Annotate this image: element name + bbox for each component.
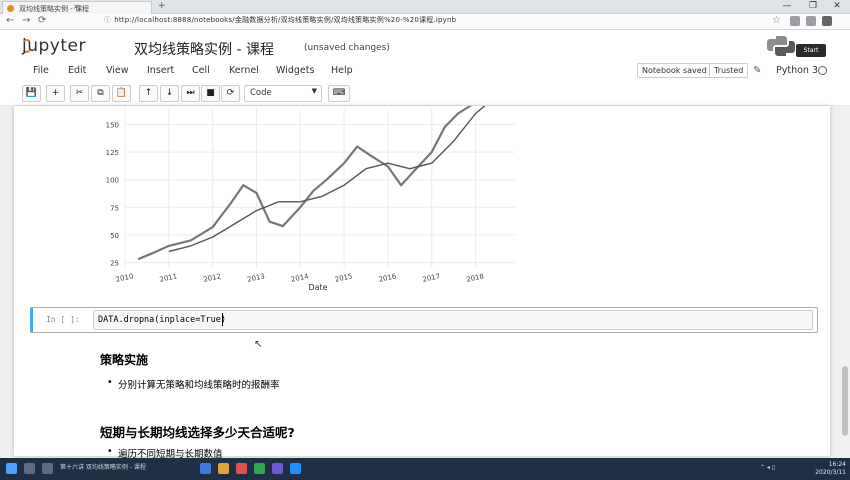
keyboard-icon[interactable]: ⌨ xyxy=(328,85,350,102)
notebook-header xyxy=(0,30,850,60)
search-icon[interactable] xyxy=(24,463,35,474)
cell-type-value: Code xyxy=(250,88,272,98)
chevron-down-icon: ▼ xyxy=(311,87,317,95)
new-tab-button[interactable]: + xyxy=(158,1,166,11)
app-icon[interactable] xyxy=(254,463,265,474)
tray-icons[interactable]: ⌃ ◂ ▯ xyxy=(760,464,775,471)
text-cursor xyxy=(222,313,223,326)
edge-icon[interactable] xyxy=(200,463,211,474)
menu-edit[interactable]: Edit xyxy=(68,65,86,76)
run-icon[interactable]: ⏭ xyxy=(181,85,200,102)
mouse-pointer-icon: ↖ xyxy=(254,339,263,350)
start-button[interactable]: Start xyxy=(796,44,826,57)
clock-date: 2020/3/11 xyxy=(815,469,846,476)
app-icon[interactable] xyxy=(290,463,301,474)
pencil-icon[interactable]: ✎ xyxy=(753,65,761,76)
x-tick-label: 2010 xyxy=(115,272,134,284)
back-icon[interactable]: ← xyxy=(6,15,14,26)
python-logo-icon xyxy=(767,36,795,56)
info-icon: ⓘ xyxy=(104,16,112,24)
jupyter-logo-text[interactable]: jupyter xyxy=(22,36,86,56)
y-tick-label: 25 xyxy=(110,259,119,267)
insert-cell-icon[interactable]: + xyxy=(46,85,65,102)
profile-icon[interactable] xyxy=(806,16,816,26)
minimize-button[interactable]: — xyxy=(774,0,800,14)
x-tick-label: 2011 xyxy=(159,272,178,284)
forward-icon[interactable]: → xyxy=(22,15,30,26)
cell-prompt: In [ ]: xyxy=(46,315,80,324)
notebook-title[interactable]: 双均线策略实例 - 课程 xyxy=(134,39,274,59)
markdown-heading-strategy: 策略实施 xyxy=(100,353,149,367)
windows-start-icon[interactable] xyxy=(6,463,17,474)
close-tab-icon[interactable]: × xyxy=(73,2,80,11)
y-tick-label: 125 xyxy=(106,149,119,157)
folder-icon[interactable] xyxy=(218,463,229,474)
close-window-button[interactable]: ✕ xyxy=(824,0,850,14)
browser-tab[interactable]: 双均线策略实例 - 课程 × xyxy=(2,1,152,14)
browser-tab-bar: 双均线策略实例 - 课程 × + — ❐ ✕ xyxy=(0,0,850,14)
menu-widgets[interactable]: Widgets xyxy=(276,65,314,76)
x-tick-labels: 2010 2011 2012 2013 2014 2015 2016 2017 2018 xyxy=(115,272,485,284)
x-tick-label: 2013 xyxy=(246,272,265,284)
y-tick-label: 75 xyxy=(110,204,119,212)
save-status: (unsaved changes) xyxy=(304,43,390,53)
menu-insert[interactable]: Insert xyxy=(147,65,174,76)
x-tick-label: 2014 xyxy=(290,272,310,284)
move-down-icon[interactable]: ↓ xyxy=(160,85,179,102)
code-text[interactable]: DATA.dropna(inplace=True) xyxy=(98,315,226,325)
cut-icon[interactable]: ✂ xyxy=(70,85,89,102)
url-text: http://localhost:8888/notebooks/金融数据分析/双… xyxy=(114,16,457,24)
paste-icon[interactable]: 📋 xyxy=(112,85,131,102)
menu-kernel[interactable]: Kernel xyxy=(229,65,259,76)
y-tick-labels: 25 50 75 100 125 150 xyxy=(106,122,119,268)
bookmark-star-icon[interactable]: ☆ xyxy=(772,15,781,26)
reload-icon[interactable]: ⟳ xyxy=(38,15,46,26)
chart-grid xyxy=(124,108,515,268)
move-up-icon[interactable]: ↑ xyxy=(139,85,158,102)
price-chart: 25 50 75 100 125 150 2010 2011 2012 2013 2014 2015… xyxy=(106,106,515,292)
task-view-icon[interactable] xyxy=(42,463,53,474)
maximize-button[interactable]: ❐ xyxy=(800,0,826,14)
chrome-icon[interactable] xyxy=(236,463,247,474)
markdown-heading-question: 短期与长期均线选择多少天合适呢? xyxy=(100,425,295,440)
jupyter-favicon-icon xyxy=(7,5,14,12)
y-tick-label: 50 xyxy=(110,232,119,240)
markdown-bullet: 分别计算无策略和均线策略时的报酬率 xyxy=(107,377,280,391)
scrollbar[interactable] xyxy=(840,106,850,456)
chart-series xyxy=(137,106,486,261)
y-tick-label: 100 xyxy=(106,177,119,185)
x-axis-label: Date xyxy=(308,283,327,292)
restart-icon[interactable]: ⟳ xyxy=(221,85,240,102)
clock-time: 16:24 xyxy=(828,461,846,468)
taskbar-clock[interactable]: 16:24 2020/3/11 xyxy=(800,461,846,477)
app-icon[interactable] xyxy=(272,463,283,474)
browser-menu-icon[interactable] xyxy=(822,16,832,26)
extension-icon[interactable] xyxy=(790,16,800,26)
menu-file[interactable]: File xyxy=(33,65,49,76)
menu-cell[interactable]: Cell xyxy=(192,65,210,76)
interrupt-icon[interactable]: ■ xyxy=(201,85,220,102)
bullet-text: 分别计算无策略和均线策略时的报酬率 xyxy=(118,380,280,391)
x-tick-label: 2015 xyxy=(334,272,353,284)
taskbar-window-title[interactable]: 第十六讲 双均线策略实例 - 课程 xyxy=(60,462,146,471)
trusted-badge[interactable]: Trusted xyxy=(709,63,749,78)
scrollbar-thumb[interactable] xyxy=(842,366,848,436)
x-tick-label: 2017 xyxy=(422,272,441,284)
y-tick-label: 150 xyxy=(106,122,119,130)
address-bar: ← → ⟳ ⓘ http://localhost:8888/notebooks/金… xyxy=(0,14,850,30)
cell-type-select[interactable]: Code ▼ xyxy=(244,85,322,102)
notebook-saved-badge: Notebook saved xyxy=(637,63,712,78)
kernel-status-icon xyxy=(818,66,827,75)
x-tick-label: 2016 xyxy=(378,272,398,284)
series-line-1 xyxy=(137,106,473,261)
menu-view[interactable]: View xyxy=(106,65,129,76)
copy-icon[interactable]: ⧉ xyxy=(91,85,110,102)
url-field[interactable]: ⓘ http://localhost:8888/notebooks/金融数据分析/… xyxy=(104,15,456,25)
menu-help[interactable]: Help xyxy=(331,65,353,76)
x-tick-label: 2018 xyxy=(466,272,485,284)
x-tick-label: 2012 xyxy=(203,272,222,284)
save-icon[interactable]: 💾 xyxy=(22,85,41,102)
kernel-name[interactable]: Python 3 xyxy=(776,65,818,76)
